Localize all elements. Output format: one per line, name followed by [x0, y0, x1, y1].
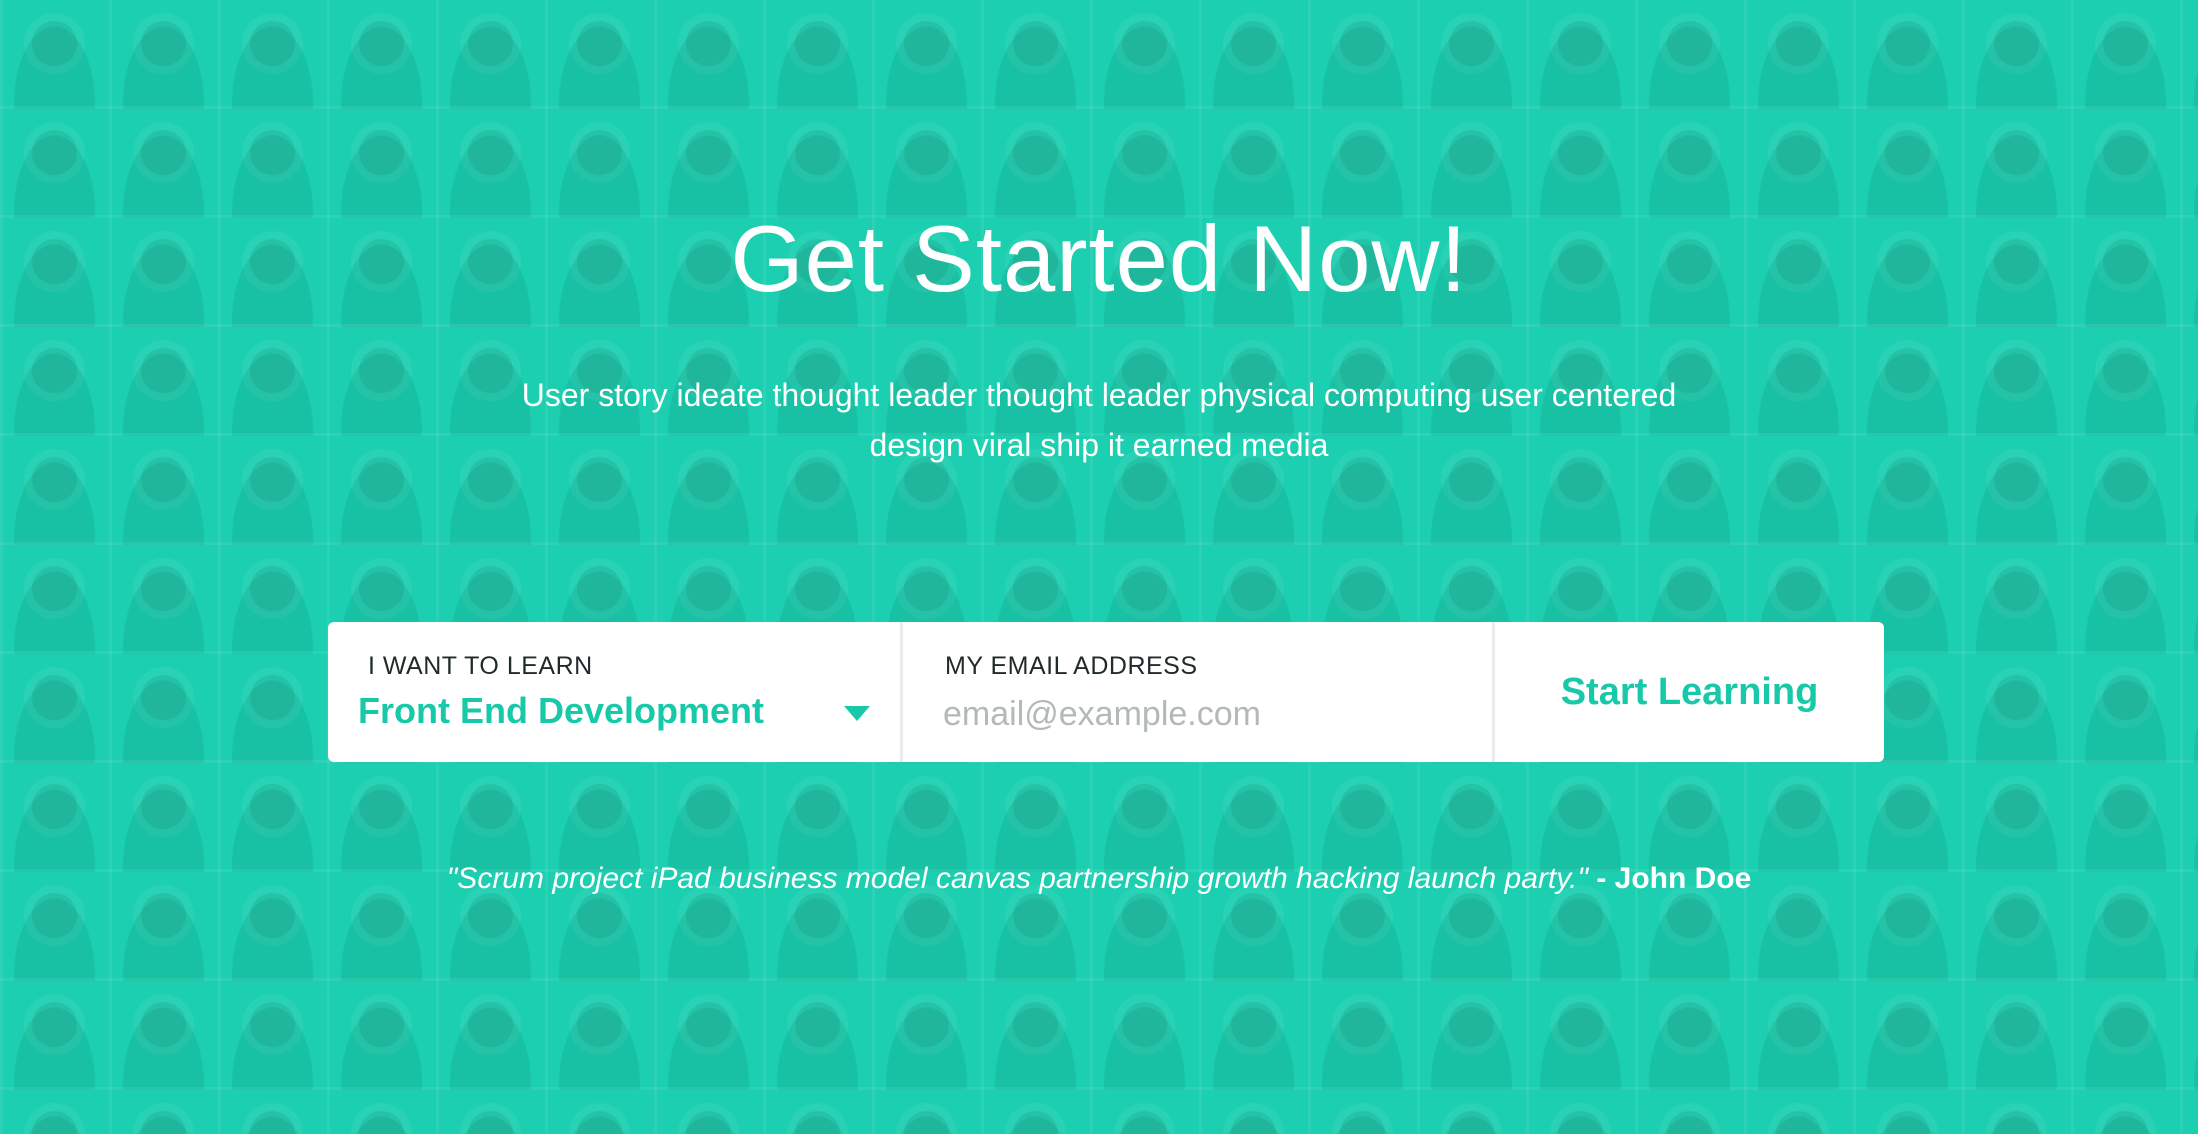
- email-field[interactable]: [943, 690, 1443, 738]
- testimonial-author: - John Doe: [1587, 862, 1752, 895]
- caret-down-icon[interactable]: [844, 706, 870, 721]
- signup-form: I WANT TO LEARN Front End Development MY…: [328, 622, 1884, 762]
- learn-topic-label: I WANT TO LEARN: [368, 652, 593, 680]
- learn-topic-value[interactable]: Front End Development: [358, 690, 764, 732]
- hero-subtitle: User story ideate thought leader thought…: [521, 377, 1677, 463]
- start-learning-button[interactable]: Start Learning: [1495, 622, 1884, 762]
- email-field-group: MY EMAIL ADDRESS: [903, 622, 1495, 762]
- email-label: MY EMAIL ADDRESS: [945, 652, 1198, 680]
- hero-section: Get Started Now! User story ideate thoug…: [0, 0, 2198, 1134]
- testimonial-quote: "Scrum project iPad business model canva…: [446, 862, 1588, 895]
- page-title: Get Started Now!: [730, 206, 1468, 311]
- learn-topic-select[interactable]: I WANT TO LEARN Front End Development: [328, 622, 903, 762]
- testimonial: "Scrum project iPad business model canva…: [0, 862, 2198, 896]
